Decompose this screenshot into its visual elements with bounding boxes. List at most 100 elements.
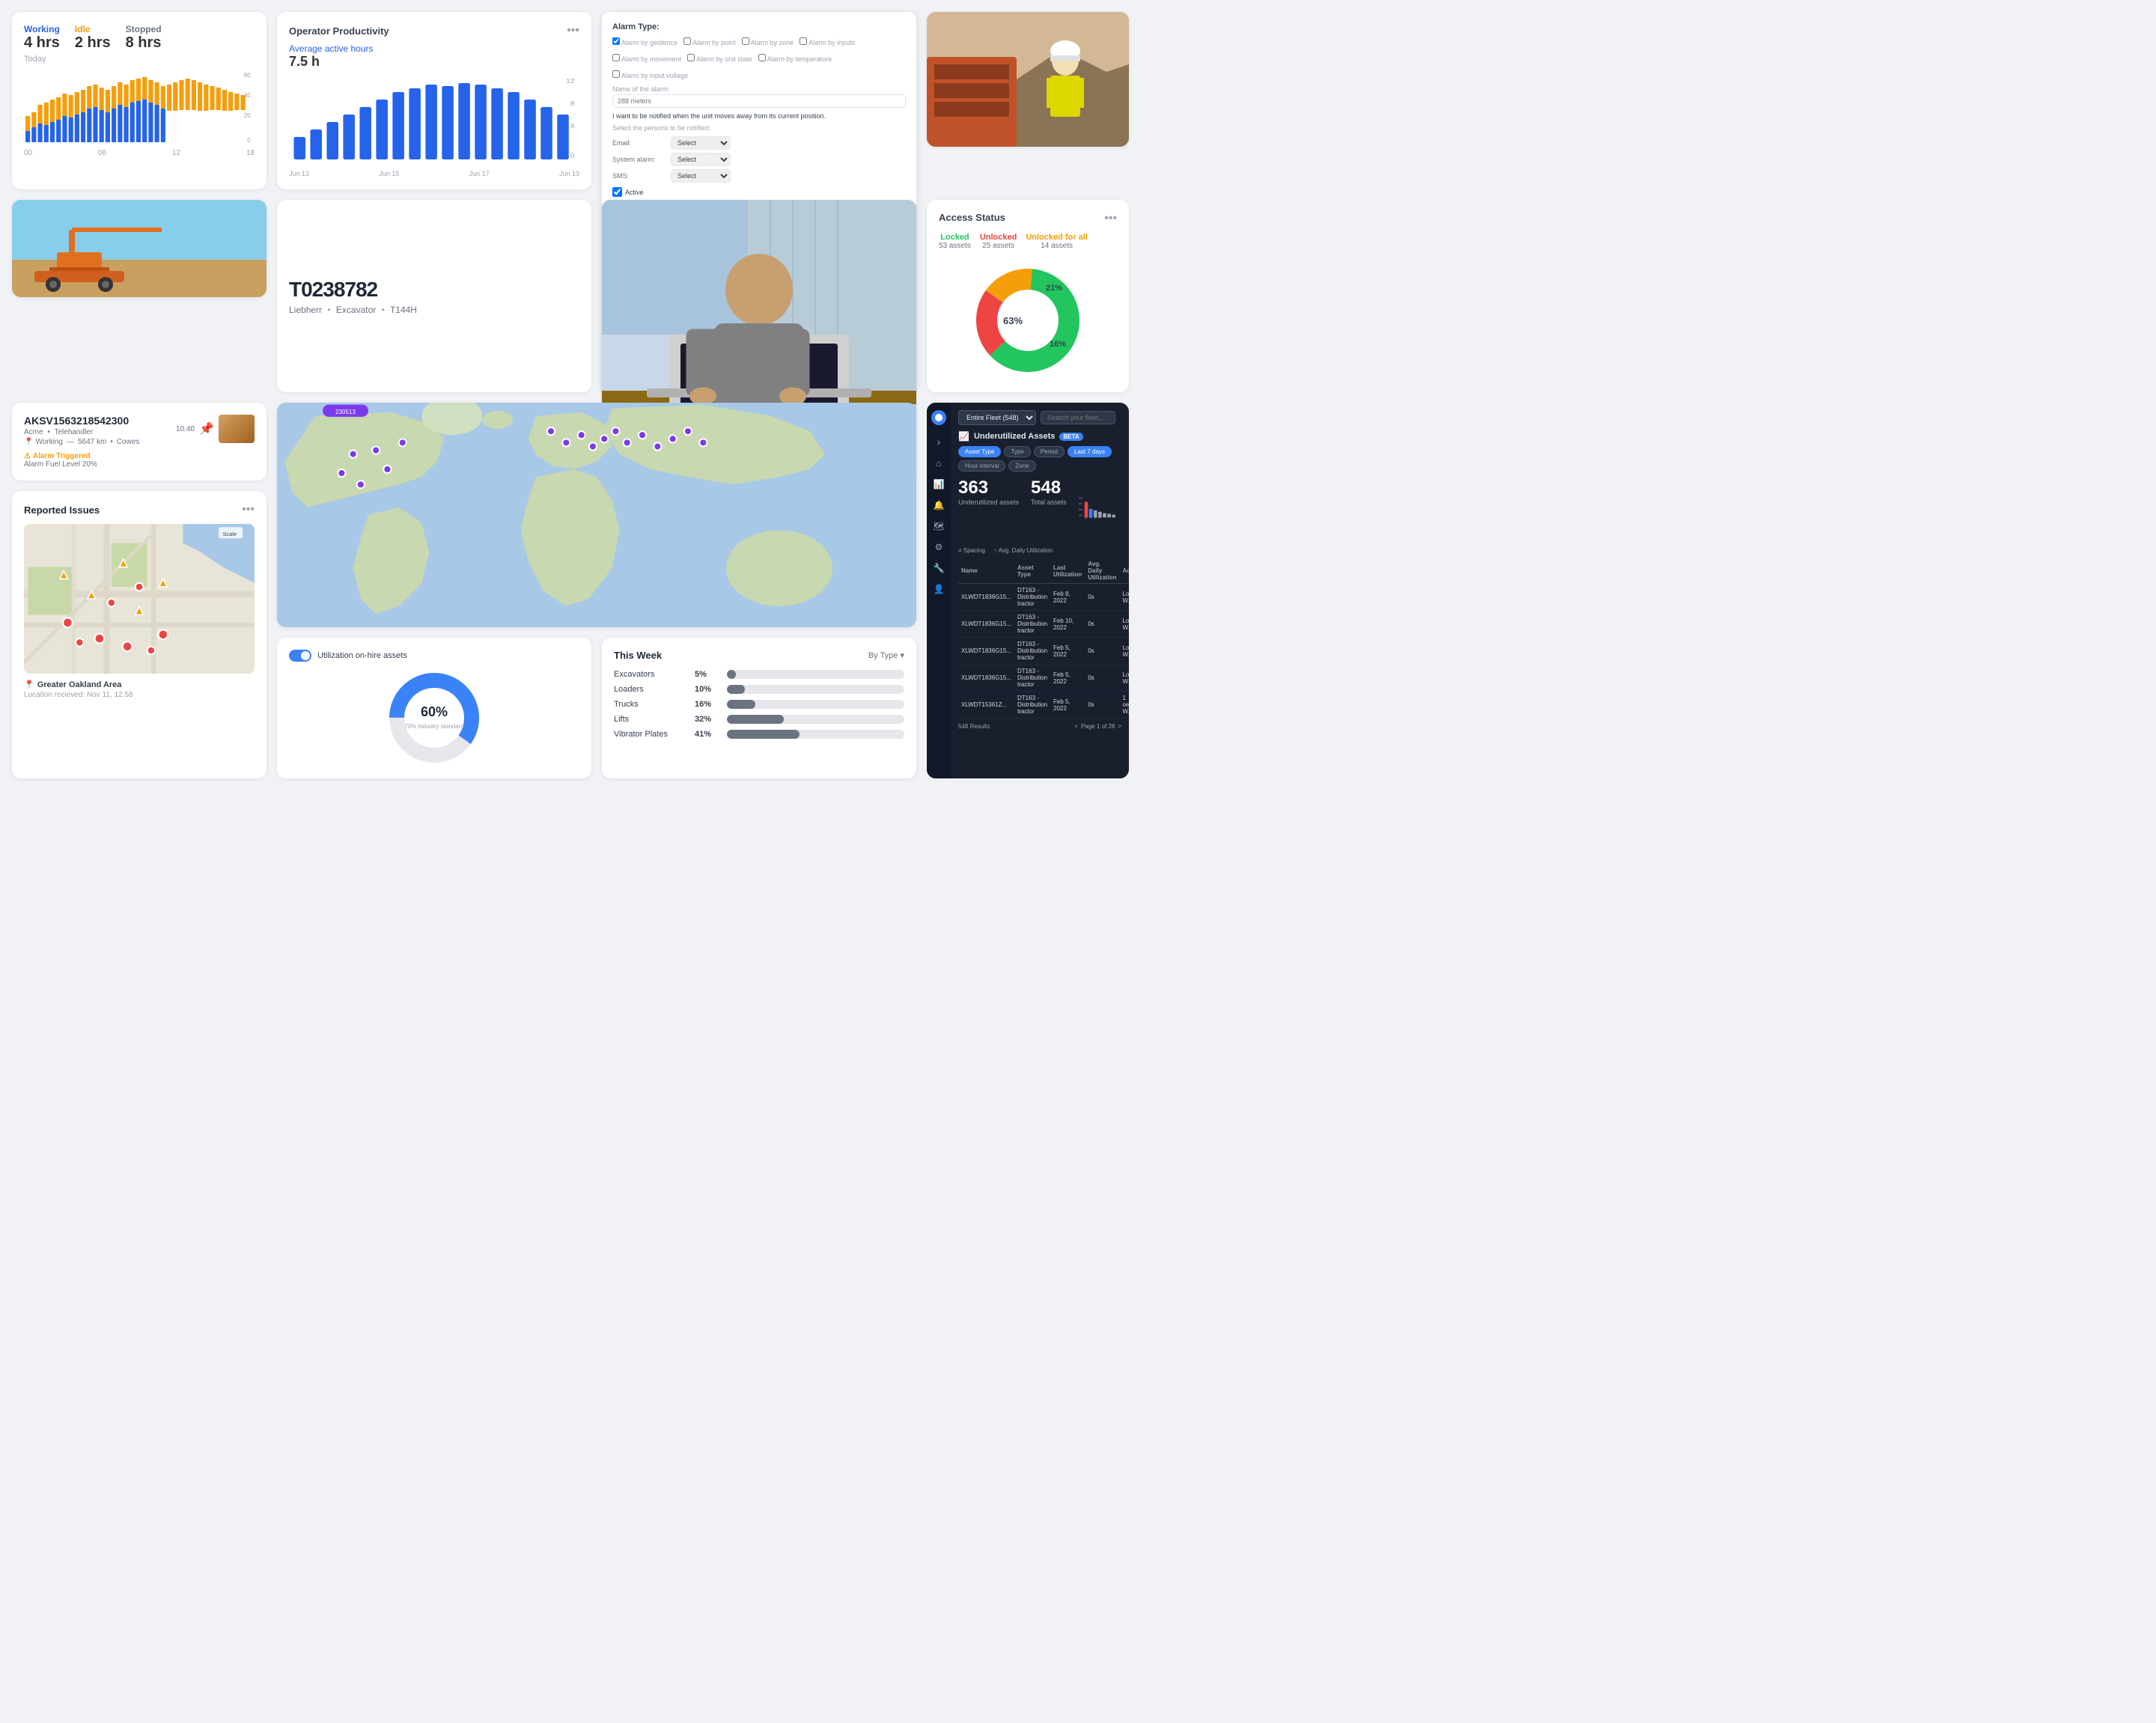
by-type-button[interactable]: By Type ▾: [868, 650, 904, 660]
alarm-movement[interactable]: Alarm by movement: [612, 54, 681, 63]
category-trucks: Trucks 16%: [614, 700, 904, 709]
td-type-0: DT163 - Distribution tractor: [1014, 584, 1050, 611]
working-status: Working 4 hrs: [24, 24, 60, 52]
filter-btn-4[interactable]: Hour interval: [958, 460, 1005, 472]
utilization-label: Utilization on-hire assets: [317, 651, 407, 660]
td-type-3: DT163 - Distribution tractor: [1014, 665, 1050, 692]
alarm-temperature-checkbox[interactable]: [758, 54, 766, 61]
asset-alarm-num: AKSV1563218542300: [24, 415, 139, 427]
filter-btn-0[interactable]: Asset Type: [958, 446, 1001, 457]
nav-user-icon[interactable]: 👤: [934, 584, 945, 594]
utilization-toggle[interactable]: [289, 650, 311, 662]
chart-x-labels: 00 06 12 18: [24, 149, 255, 157]
idle-label: Idle: [75, 24, 111, 34]
working-label: Working: [24, 24, 60, 34]
analytics-table-head: Name Asset Type Last Utilization Avg. Da…: [958, 558, 1129, 584]
td-last-4: Feb 5, 2022: [1050, 692, 1085, 719]
td-addr-0: Loefields W...: [1119, 584, 1129, 611]
asset-pin-icon: 📌: [199, 421, 214, 436]
unlocked-all-status: Unlocked for all 14 assets: [1026, 233, 1088, 250]
alarm-temperature[interactable]: Alarm by temperature: [758, 54, 832, 63]
reported-header: Reported Issues •••: [24, 503, 255, 516]
worker-photo-bg: [927, 12, 1129, 147]
page-label: Page 1 of 28: [1081, 723, 1115, 730]
td-avg-0: 0s: [1085, 584, 1119, 611]
x-label-12: 12: [172, 149, 180, 157]
filter-btn-2[interactable]: Period: [1034, 446, 1065, 457]
next-page-btn[interactable]: >: [1118, 723, 1121, 730]
svg-text:Scale: Scale: [223, 531, 237, 537]
industry-label: 70% industry standard: [404, 723, 464, 730]
filter-btn-1[interactable]: Type: [1004, 446, 1030, 457]
unlocked-pct-text: 21%: [1046, 284, 1062, 293]
access-title: Access Status: [939, 212, 1005, 225]
locked-label: Locked: [939, 233, 971, 242]
productivity-title: Operator Productivity: [289, 25, 389, 37]
world-map-bg: 230513: [277, 403, 916, 627]
unlocked-status: Unlocked 25 assets: [980, 233, 1017, 250]
category-excavators: Excavators 5%: [614, 670, 904, 679]
alarm-sms-select[interactable]: Select: [671, 169, 731, 183]
reported-location: 📍 Greater Oakland Area Location recieved…: [24, 680, 255, 699]
alarm-unit-checkbox[interactable]: [687, 54, 695, 61]
td-last-3: Feb 5, 2022: [1050, 665, 1085, 692]
alarm-input-voltage[interactable]: Alarm by input voltage: [612, 70, 688, 79]
alarm-type-label: Alarm Type:: [612, 22, 660, 31]
th-asset-type: Asset Type: [1014, 558, 1050, 584]
utilization-card: Utilization on-hire assets 60% 70% indus…: [277, 638, 591, 778]
nav-arrow-icon[interactable]: ›: [937, 436, 941, 448]
filter-btn-5[interactable]: Zone: [1008, 460, 1035, 472]
utilization-toggle-row: Utilization on-hire assets: [289, 650, 579, 662]
nav-bell-icon[interactable]: 🔔: [934, 500, 945, 510]
machine-photo-card: [12, 200, 267, 297]
alarm-email-select[interactable]: Select: [671, 136, 731, 150]
analytics-spacing-info: ≡ Spacing ↑ Avg. Daily Utilization: [958, 547, 1121, 554]
alarm-point-checkbox[interactable]: [683, 37, 691, 45]
utilization-donut: 60% 70% industry standard: [289, 669, 579, 766]
results-label: 548 Results: [958, 723, 990, 730]
analytics-topbar: Entire Fleet (548): [958, 410, 1121, 425]
asset-id-number: T0238782: [289, 278, 579, 302]
alarm-point[interactable]: Alarm by point: [683, 37, 736, 46]
category-list: Excavators 5% Loaders 10% Trucks 16%: [614, 670, 904, 739]
alarm-inputs-checkbox[interactable]: [800, 37, 807, 45]
alarm-unit[interactable]: Alarm by unit state: [687, 54, 752, 63]
bar-fill-3: [727, 715, 784, 724]
alarm-active-checkbox[interactable]: [612, 187, 622, 197]
asset-id-details: Liebherr • Excavator • T144H: [289, 305, 579, 315]
alarm-geofence[interactable]: Alarm by geofence: [612, 37, 677, 46]
date-jun17: Jun 17: [469, 170, 490, 177]
reported-more-icon[interactable]: •••: [242, 503, 255, 516]
stat-underutilized-label: Underutilized assets: [958, 498, 1019, 506]
filter-btn-3[interactable]: Last 7 days: [1068, 446, 1112, 457]
alarm-inputs[interactable]: Alarm by inputs: [800, 37, 855, 46]
reported-title: Reported Issues: [24, 504, 100, 516]
reported-issues-card: Reported Issues •••: [12, 491, 267, 778]
nav-chart-icon[interactable]: 📊: [934, 479, 945, 490]
analytics-sidebar: › ⌂ 📊 🔔 🗺 ⚙ 🔧 👤: [927, 403, 951, 778]
alarm-geofence-checkbox[interactable]: [612, 37, 620, 45]
access-more-icon[interactable]: •••: [1104, 212, 1117, 225]
td-last-0: Feb 8, 2022: [1050, 584, 1085, 611]
alarm-voltage-checkbox[interactable]: [612, 70, 620, 78]
nav-home-icon[interactable]: ⌂: [936, 458, 941, 469]
alarm-header: Alarm Type:: [612, 22, 906, 31]
fleet-search-input[interactable]: [1041, 411, 1115, 424]
alarm-system-label: System alarm:: [612, 156, 665, 163]
nav-map-icon[interactable]: 🗺: [933, 521, 944, 531]
fleet-select[interactable]: Entire Fleet (548): [958, 410, 1036, 425]
nav-tools-icon[interactable]: 🔧: [934, 563, 945, 573]
nav-settings-icon[interactable]: ⚙: [935, 542, 943, 552]
productivity-more-icon[interactable]: •••: [567, 24, 579, 37]
alarm-zone-checkbox[interactable]: [742, 37, 749, 45]
prev-page-btn[interactable]: <: [1074, 723, 1078, 730]
alarm-type-checkboxes: Alarm by geofence Alarm by point Alarm b…: [612, 37, 906, 81]
alarm-zone[interactable]: Alarm by zone: [742, 37, 794, 46]
alarm-movement-checkbox[interactable]: [612, 54, 620, 61]
thisweek-title: This Week: [614, 650, 662, 661]
working-bar-chart: 60 40 20 0: [24, 71, 255, 146]
alarm-notify-field: I want to be notified when the unit move…: [612, 112, 906, 120]
alarm-name-input[interactable]: [612, 94, 906, 108]
alarm-system-select[interactable]: Select: [671, 153, 731, 166]
th-avg-util: Avg. Daily Utilization: [1085, 558, 1119, 584]
